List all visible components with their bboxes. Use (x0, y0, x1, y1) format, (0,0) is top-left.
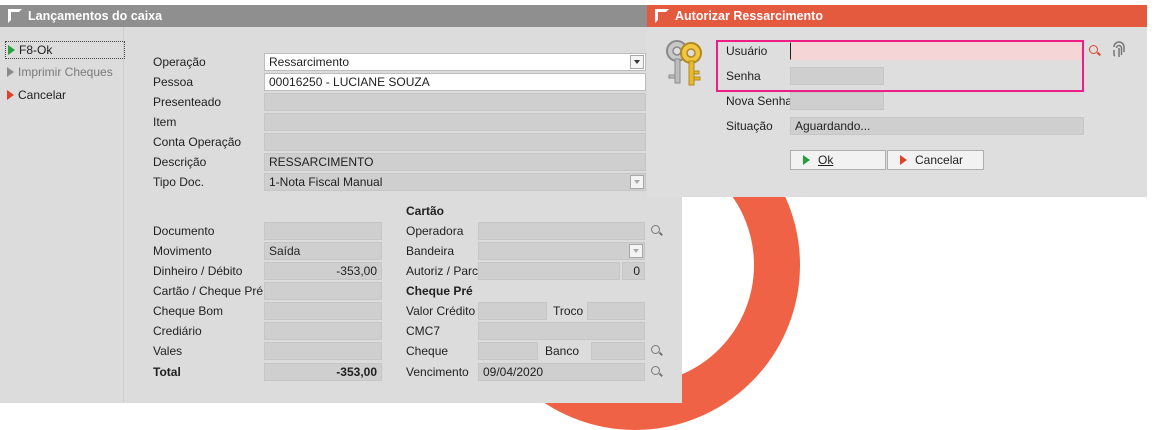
tipo-doc-value: 1-Nota Fiscal Manual (269, 175, 383, 189)
vencimento-label: Vencimento (406, 365, 469, 379)
nova-senha-label: Nova Senha (726, 94, 793, 108)
cheque-field[interactable] (478, 342, 538, 360)
operadora-label: Operadora (406, 224, 464, 238)
autoriz-field[interactable] (478, 262, 620, 280)
conta-operacao-field[interactable] (264, 133, 646, 151)
print-cheques-label: Imprimir Cheques (18, 65, 113, 79)
bandeira-select[interactable] (478, 242, 645, 260)
dialog-titlebar: Autorizar Ressarcimento (647, 5, 1147, 27)
play-red-icon (900, 155, 907, 165)
valor-credito-label: Valor Crédito (406, 304, 476, 318)
app-logo-icon (655, 9, 669, 23)
window-title: Lançamentos do caixa (28, 9, 163, 23)
search-icon[interactable] (651, 366, 663, 378)
ok-button-label: Ok (818, 153, 834, 167)
tipo-doc-select[interactable]: 1-Nota Fiscal Manual (264, 173, 646, 191)
pessoa-field[interactable]: 00016250 - LUCIANE SOUZA (264, 73, 646, 91)
cheque-bom-field[interactable] (264, 302, 382, 320)
f8-ok-button[interactable]: F8-Ok (5, 41, 125, 59)
dinheiro-debito-label: Dinheiro / Débito (153, 264, 243, 278)
autoriz-parc-label: Autoriz / Parc (406, 264, 479, 278)
print-cheques-button[interactable]: Imprimir Cheques (7, 64, 113, 80)
dinheiro-debito-field[interactable]: -353,00 (264, 262, 382, 280)
cancel-button[interactable]: Cancelar (7, 87, 66, 103)
cheque-label: Cheque (406, 344, 449, 358)
descricao-label: Descrição (153, 155, 207, 169)
play-green-icon (8, 45, 15, 55)
presenteado-label: Presenteado (153, 95, 222, 109)
cancel-label: Cancelar (18, 88, 67, 102)
cartao-cheque-pre-field[interactable] (264, 282, 382, 300)
item-field[interactable] (264, 113, 646, 131)
pessoa-label: Pessoa (153, 75, 194, 89)
troco-label: Troco (553, 304, 584, 318)
chevron-down-icon[interactable] (630, 55, 644, 69)
operacao-value: Ressarcimento (269, 55, 350, 69)
item-label: Item (153, 115, 177, 129)
chevron-down-icon[interactable] (630, 175, 644, 189)
vales-field[interactable] (264, 342, 382, 360)
movimento-field[interactable]: Saída (264, 242, 382, 260)
chevron-down-icon[interactable] (629, 244, 643, 258)
play-green-icon (803, 155, 810, 165)
cash-entries-window: Lançamentos do caixa F8-Ok Imprimir Cheq… (0, 5, 682, 403)
app-logo-icon (8, 9, 22, 23)
vencimento-field[interactable]: 09/04/2020 (478, 363, 645, 381)
vales-label: Vales (153, 344, 183, 358)
cheque-pre-heading: Cheque Pré (406, 284, 473, 298)
conta-operacao-label: Conta Operação (153, 135, 242, 149)
cartao-cheque-pre-label: Cartão / Cheque Pré (153, 284, 264, 298)
nova-senha-input[interactable] (790, 92, 884, 110)
bandeira-label: Bandeira (406, 244, 455, 258)
crediario-label: Crediário (153, 324, 202, 338)
play-red-icon (7, 90, 14, 100)
cmc7-label: CMC7 (406, 324, 441, 338)
banco-label: Banco (545, 344, 580, 358)
cheque-bom-label: Cheque Bom (153, 304, 224, 318)
documento-field[interactable] (264, 222, 382, 240)
troco-field[interactable] (587, 302, 645, 320)
crediario-field[interactable] (264, 322, 382, 340)
total-field: -353,00 (264, 363, 382, 381)
total-label: Total (153, 365, 181, 379)
ok-button[interactable]: Ok (790, 150, 886, 170)
cancel-dialog-button[interactable]: Cancelar (887, 150, 984, 170)
cmc7-field[interactable] (478, 322, 645, 340)
search-icon[interactable] (651, 345, 663, 357)
documento-label: Documento (153, 224, 215, 238)
search-icon[interactable] (651, 225, 663, 237)
tipo-doc-label: Tipo Doc. (153, 175, 204, 189)
cancel-dialog-label: Cancelar (915, 153, 964, 167)
operacao-label: Operação (153, 55, 206, 69)
window-titlebar: Lançamentos do caixa (0, 5, 682, 27)
valor-credito-field[interactable] (478, 302, 547, 320)
cartao-heading: Cartão (406, 204, 445, 218)
fingerprint-icon[interactable] (1111, 41, 1127, 59)
situacao-field: Aguardando... (790, 117, 1084, 135)
dialog-title: Autorizar Ressarcimento (675, 9, 823, 23)
play-gray-icon (7, 67, 14, 77)
sidebar: F8-Ok Imprimir Cheques Cancelar (0, 27, 125, 403)
situacao-label: Situação (726, 119, 773, 133)
authorize-dialog: Autorizar Ressarcimento Usuário Senha No… (647, 5, 1147, 197)
descricao-field[interactable]: RESSARCIMENTO (264, 153, 646, 171)
movimento-label: Movimento (153, 244, 212, 258)
operadora-field[interactable] (478, 222, 645, 240)
search-icon[interactable] (1089, 45, 1101, 57)
parc-field[interactable]: 0 (622, 262, 645, 280)
presenteado-field[interactable] (264, 93, 646, 111)
highlight-box (716, 40, 1084, 92)
keys-icon (666, 40, 702, 86)
f8-ok-label: F8-Ok (19, 43, 53, 57)
operacao-select[interactable]: Ressarcimento (264, 53, 646, 71)
banco-field[interactable] (591, 342, 645, 360)
